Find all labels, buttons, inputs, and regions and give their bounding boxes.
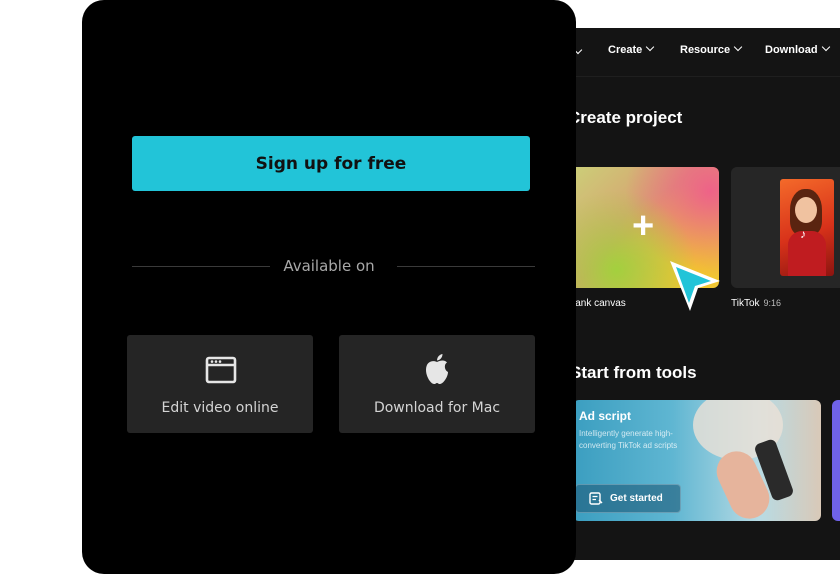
ad-script-description: Intelligently generate high-converting T… (579, 429, 678, 450)
create-project-title: Create project (568, 108, 683, 127)
chevron-down-icon (646, 42, 655, 52)
browser-window-icon (205, 356, 237, 384)
download-for-mac-button[interactable]: Download for Mac (339, 335, 535, 433)
plus-icon: + (632, 205, 655, 247)
tiktok-logo-icon: ♪ (800, 227, 806, 241)
start-from-tools-title: Start from tools (570, 363, 697, 382)
chevron-down-icon (821, 42, 830, 52)
ad-script-title: Ad script (579, 409, 632, 423)
top-nav: Create Resource Download (548, 28, 840, 77)
pointer-cursor-icon (670, 261, 720, 311)
next-tool-card[interactable] (832, 400, 840, 521)
divider-right (397, 266, 535, 267)
ad-script-card[interactable]: Ad script Intelligently generate high-co… (573, 400, 821, 521)
edit-video-online-button[interactable]: Edit video online (127, 335, 313, 433)
tiktok-thumbnail: ♪ (780, 179, 834, 276)
blank-canvas-label: lank canvas (573, 298, 626, 309)
signup-panel: Sign up for free Available on Edit video… (82, 0, 576, 574)
nav-create[interactable]: Create (608, 42, 655, 56)
tiktok-label: TikTok 9:16 (731, 298, 782, 309)
nav-resource[interactable]: Resource (680, 42, 743, 56)
app-window: Create Resource Download Create project … (548, 28, 840, 560)
script-icon (589, 492, 603, 505)
apple-icon (426, 354, 448, 384)
sign-up-button[interactable]: Sign up for free (132, 136, 530, 191)
nav-download[interactable]: Download (765, 42, 830, 56)
get-started-button[interactable]: Get started (575, 484, 681, 513)
tiktok-template-card[interactable]: ♪ (731, 167, 840, 288)
chevron-down-icon (733, 42, 743, 52)
